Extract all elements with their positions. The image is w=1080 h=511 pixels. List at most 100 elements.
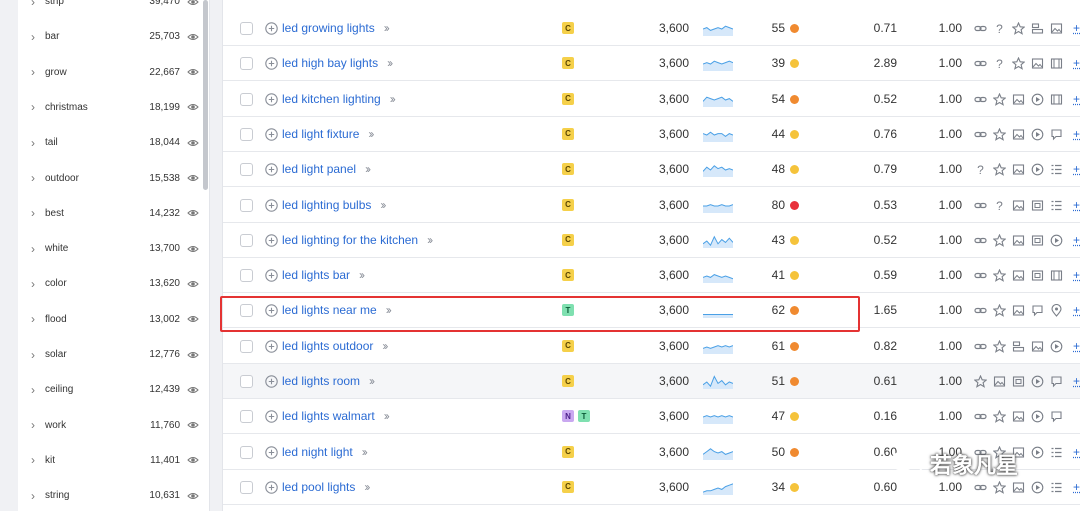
image-icon[interactable] <box>1012 128 1025 141</box>
image-icon[interactable] <box>1012 481 1025 494</box>
row-checkbox[interactable] <box>240 163 253 177</box>
chevron-right-icon[interactable]: › <box>31 243 35 255</box>
star-icon[interactable] <box>1012 22 1025 35</box>
star-icon[interactable] <box>974 375 987 388</box>
double-chevron-icon[interactable]: ›› <box>427 233 433 247</box>
table-icon[interactable] <box>1050 199 1063 212</box>
star-icon[interactable] <box>993 480 1006 494</box>
eye-icon[interactable] <box>187 419 199 431</box>
table-icon[interactable] <box>1050 481 1063 494</box>
plus-circle-icon[interactable] <box>265 410 278 424</box>
play-icon[interactable] <box>1031 410 1044 423</box>
eye-icon[interactable] <box>187 31 199 43</box>
table-icon[interactable] <box>1050 163 1063 176</box>
play-icon[interactable] <box>1050 234 1063 247</box>
comment-icon[interactable] <box>1050 410 1063 423</box>
sidebar-item-bar[interactable]: › bar 25,703 <box>18 19 210 54</box>
sidebar-item-outdoor[interactable]: › outdoor 15,538 <box>18 161 210 196</box>
image-icon[interactable] <box>1012 410 1025 423</box>
play-icon[interactable] <box>1031 93 1044 106</box>
eye-icon[interactable] <box>187 101 199 113</box>
double-chevron-icon[interactable]: ›› <box>382 339 388 353</box>
double-chevron-icon[interactable]: ›› <box>387 56 393 70</box>
row-checkbox[interactable] <box>240 92 253 106</box>
eye-icon[interactable] <box>187 349 199 361</box>
serp-more-link[interactable]: +4 <box>1073 233 1080 247</box>
question-icon[interactable]: ? <box>993 22 1006 35</box>
chevron-right-icon[interactable]: › <box>31 101 35 113</box>
chevron-right-icon[interactable]: › <box>31 454 35 466</box>
sidebar-item-string[interactable]: › string 10,631 <box>18 478 210 511</box>
link-icon[interactable] <box>974 199 987 212</box>
sidebar-item-kit[interactable]: › kit 11,401 <box>18 443 210 478</box>
row-checkbox[interactable] <box>240 480 253 494</box>
image-icon[interactable] <box>993 375 1006 388</box>
row-checkbox[interactable] <box>240 198 253 212</box>
list-icon[interactable] <box>1031 22 1044 35</box>
eye-icon[interactable] <box>187 313 199 325</box>
star-icon[interactable] <box>993 163 1006 177</box>
serp-more-link[interactable]: +5 <box>1073 56 1080 70</box>
double-chevron-icon[interactable]: ›› <box>384 409 390 423</box>
star-icon[interactable] <box>993 233 1006 247</box>
gallery-icon[interactable] <box>1031 234 1044 247</box>
plus-circle-icon[interactable] <box>265 234 278 247</box>
chevron-right-icon[interactable]: › <box>31 31 35 43</box>
image-icon[interactable] <box>1031 340 1044 353</box>
chevron-right-icon[interactable]: › <box>31 313 35 325</box>
row-checkbox[interactable] <box>240 22 253 35</box>
row-checkbox[interactable] <box>240 304 253 318</box>
double-chevron-icon[interactable]: ›› <box>365 162 371 176</box>
gallery-icon[interactable] <box>1012 375 1025 388</box>
keyword-link[interactable]: led lighting bulbs ›› <box>282 198 386 212</box>
sidebar-item-work[interactable]: › work 11,760 <box>18 408 210 443</box>
comment-icon[interactable] <box>1031 304 1044 317</box>
link-icon[interactable] <box>974 234 987 247</box>
link-icon[interactable] <box>974 269 987 282</box>
link-icon[interactable] <box>974 410 987 423</box>
video-icon[interactable] <box>1050 57 1063 70</box>
plus-circle-icon[interactable] <box>265 22 278 35</box>
double-chevron-icon[interactable]: ›› <box>380 198 386 212</box>
link-icon[interactable] <box>974 128 987 141</box>
double-chevron-icon[interactable]: ›› <box>384 21 390 35</box>
keyword-link[interactable]: led growing lights ›› <box>282 21 390 35</box>
plus-circle-icon[interactable] <box>265 339 278 353</box>
serp-more-link[interactable]: +2 <box>1073 445 1080 459</box>
plus-circle-icon[interactable] <box>265 304 278 318</box>
keyword-link[interactable]: led lights outdoor ›› <box>282 339 388 353</box>
eye-icon[interactable] <box>187 172 199 184</box>
star-icon[interactable] <box>993 269 1006 282</box>
eye-icon[interactable] <box>187 66 199 78</box>
row-checkbox[interactable] <box>240 410 253 424</box>
link-icon[interactable] <box>974 22 987 35</box>
keyword-link[interactable]: led kitchen lighting ›› <box>282 92 396 106</box>
image-icon[interactable] <box>1012 93 1025 106</box>
serp-more-link[interactable]: +2 <box>1073 374 1080 388</box>
eye-icon[interactable] <box>187 490 199 502</box>
link-icon[interactable] <box>974 340 987 353</box>
row-checkbox[interactable] <box>240 269 253 283</box>
double-chevron-icon[interactable]: ›› <box>369 374 375 388</box>
eye-icon[interactable] <box>187 243 199 255</box>
eye-icon[interactable] <box>187 0 199 8</box>
plus-circle-icon[interactable] <box>265 57 278 71</box>
row-checkbox[interactable] <box>240 445 253 459</box>
question-icon[interactable]: ? <box>993 57 1006 70</box>
gallery-icon[interactable] <box>1031 199 1044 212</box>
keyword-link[interactable]: led light fixture ›› <box>282 127 374 141</box>
table-icon[interactable] <box>1050 446 1063 459</box>
sidebar-item-grow[interactable]: › grow 22,667 <box>18 55 210 90</box>
plus-circle-icon[interactable] <box>265 445 278 459</box>
image-icon[interactable] <box>1012 304 1025 317</box>
image-icon[interactable] <box>1012 163 1025 176</box>
image-icon[interactable] <box>1012 269 1025 282</box>
row-checkbox[interactable] <box>240 57 253 71</box>
serp-more-link[interactable]: +2 <box>1073 303 1080 317</box>
plus-circle-icon[interactable] <box>265 269 278 282</box>
row-checkbox[interactable] <box>240 375 253 388</box>
serp-more-link[interactable]: +2 <box>1073 268 1080 282</box>
gallery-icon[interactable] <box>1031 269 1044 282</box>
sidebar-item-ceiling[interactable]: › ceiling 12,439 <box>18 372 210 407</box>
image-icon[interactable] <box>1012 199 1025 212</box>
